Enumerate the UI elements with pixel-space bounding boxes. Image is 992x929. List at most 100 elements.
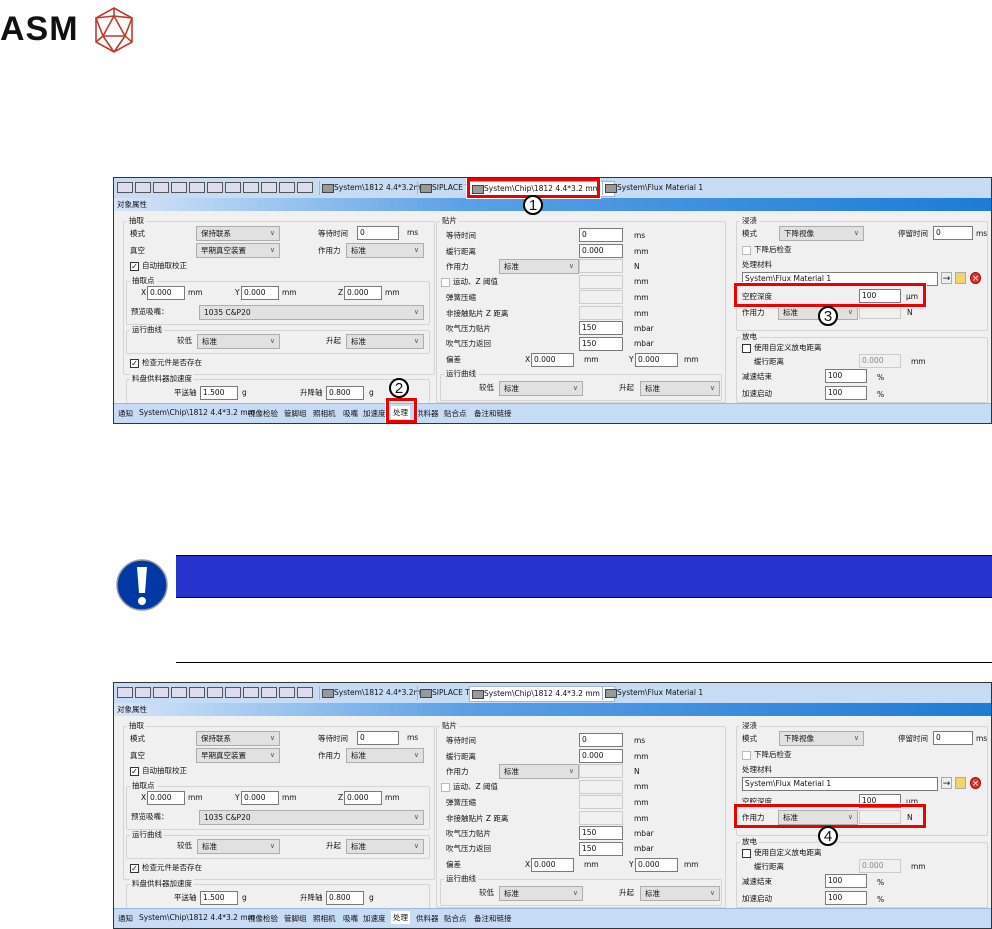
blow-return-input[interactable]: 150 [579, 842, 623, 856]
category-tab[interactable]: 供料器 [416, 913, 439, 924]
arrow-right-icon[interactable]: → [941, 272, 952, 284]
label: mm [385, 793, 400, 802]
check-component-checkbox[interactable]: ✓ [130, 359, 139, 368]
offset-y-input[interactable]: 0.000 [635, 858, 678, 872]
place-wait-input[interactable]: 0 [579, 228, 623, 242]
pick-mode-select[interactable]: 保持联系 [196, 731, 280, 746]
pick-lower-select[interactable]: 标准 [197, 839, 280, 854]
blow-place-input[interactable]: 150 [579, 321, 623, 335]
category-tab[interactable]: 吸嘴 [343, 913, 358, 924]
nozzle-select[interactable]: 1035 C&P20 [199, 810, 424, 825]
custom-discharge-checkbox[interactable] [742, 849, 751, 858]
flat-axis-input[interactable]: 1.500 [200, 891, 238, 905]
blow-return-input[interactable]: 150 [579, 337, 623, 351]
vacuum-select[interactable]: 早期真空装置 [196, 748, 280, 763]
pick-y-input[interactable]: 0.000 [241, 286, 279, 300]
pick-x-input[interactable]: 0.000 [147, 286, 185, 300]
category-tab[interactable]: 备注和链接 [474, 408, 512, 419]
notice-exclamation-icon [116, 559, 168, 611]
place-lower-select[interactable]: 标准 [499, 381, 583, 396]
category-tab[interactable]: 供料器 [416, 408, 439, 419]
label: mm [634, 782, 649, 791]
callout-4-marker: 4 [818, 826, 838, 846]
custom-discharge-checkbox[interactable] [742, 344, 751, 353]
delete-icon[interactable]: × [970, 272, 981, 284]
place-force-select[interactable]: 标准 [499, 764, 579, 779]
dip-force-input [859, 305, 901, 319]
place-raise-select[interactable]: 标准 [640, 381, 720, 396]
place-force-select[interactable]: 标准 [499, 259, 579, 274]
category-tab[interactable]: 照相机 [313, 913, 336, 924]
lift-axis-input[interactable]: 0.800 [326, 386, 364, 400]
category-tab[interactable]: System\Chip\1812 4.4*3.2 mm [139, 408, 255, 417]
category-tab[interactable]: 贴合点 [444, 913, 467, 924]
category-tab[interactable]: 管脚组 [284, 408, 307, 419]
pick-y-input[interactable]: 0.000 [241, 791, 279, 805]
pick-raise-select[interactable]: 标准 [346, 334, 424, 349]
pick-force-select[interactable]: 标准 [346, 243, 424, 258]
pick-x-input[interactable]: 0.000 [147, 791, 185, 805]
material-input[interactable]: System\Flux Material 1 [742, 777, 938, 791]
check-component-checkbox[interactable]: ✓ [130, 864, 139, 873]
category-tab[interactable]: 通知 [118, 913, 133, 924]
place-raise-select[interactable]: 标准 [640, 886, 720, 901]
category-tab[interactable]: 加速度 [363, 408, 386, 419]
folder-open-icon[interactable] [955, 272, 966, 284]
dwell-input[interactable]: 0 [933, 731, 973, 745]
arrow-right-icon[interactable]: → [941, 777, 952, 789]
category-tab[interactable]: 管脚组 [284, 913, 307, 924]
dwell-input[interactable]: 0 [933, 226, 973, 240]
auto-pick-correction-checkbox[interactable]: ✓ [130, 767, 139, 776]
callout-4-highlight [733, 803, 927, 829]
category-tab[interactable]: 视像检验 [248, 408, 278, 419]
nozzle-select[interactable]: 1035 C&P20 [199, 305, 424, 320]
dip-mode-select[interactable]: 下降视像 [779, 731, 864, 746]
category-tab[interactable]: 贴合点 [444, 408, 467, 419]
place-wait-input[interactable]: 0 [579, 733, 623, 747]
pick-force-select[interactable]: 标准 [346, 748, 424, 763]
label: N [907, 308, 913, 317]
auto-pick-correction-checkbox[interactable]: ✓ [130, 262, 139, 271]
offset-x-input[interactable]: 0.000 [531, 858, 574, 872]
pick-lower-select[interactable]: 标准 [197, 334, 280, 349]
category-tab[interactable]: 处理 [391, 911, 410, 924]
category-tab[interactable]: 吸嘴 [343, 408, 358, 419]
pick-mode-select[interactable]: 保持联系 [196, 226, 280, 241]
category-tab[interactable]: 照相机 [313, 408, 336, 419]
offset-x-input[interactable]: 0.000 [531, 353, 574, 367]
place-slow-input[interactable]: 0.000 [579, 244, 623, 258]
folder-open-icon[interactable] [955, 777, 966, 789]
pick-curve-group-title: 运行曲线 [130, 830, 164, 840]
place-group-title: 贴片 [440, 216, 459, 226]
accel-start-input[interactable]: 100 [825, 386, 867, 400]
category-tab[interactable]: 视像检验 [248, 913, 278, 924]
pick-z-input[interactable]: 0.000 [344, 791, 382, 805]
decel-end-input[interactable]: 100 [825, 874, 867, 888]
screenshot-handling-cavity-depth: System\1812 4.4*3.2mm SIPLACE T System\Chi… [113, 177, 992, 424]
place-lower-select[interactable]: 标准 [499, 886, 583, 901]
label: mm [188, 793, 203, 802]
place-slow-input[interactable]: 0.000 [579, 749, 623, 763]
decel-end-input[interactable]: 100 [825, 369, 867, 383]
category-tab[interactable]: 通知 [118, 408, 133, 419]
spring-input [579, 290, 623, 304]
dip-mode-select[interactable]: 下降视像 [779, 226, 864, 241]
vacuum-select[interactable]: 早期真空装置 [196, 243, 280, 258]
category-tab[interactable]: 备注和链接 [474, 913, 512, 924]
label: N [634, 767, 640, 776]
pick-z-input[interactable]: 0.000 [344, 286, 382, 300]
flat-axis-input[interactable]: 1.500 [200, 386, 238, 400]
pick-wait-input[interactable]: 0 [357, 226, 399, 240]
category-tab[interactable]: System\Chip\1812 4.4*3.2 mm [139, 913, 255, 922]
pick-raise-select[interactable]: 标准 [346, 839, 424, 854]
blow-place-input[interactable]: 150 [579, 826, 623, 840]
label: mm [634, 293, 649, 302]
lift-axis-input[interactable]: 0.800 [326, 891, 364, 905]
place-force-select-value: 标准 [504, 767, 519, 776]
category-tab[interactable]: 加速度 [363, 913, 386, 924]
offset-y-input[interactable]: 0.000 [635, 353, 678, 367]
accel-start-input[interactable]: 100 [825, 891, 867, 905]
pick-wait-input[interactable]: 0 [357, 731, 399, 745]
label: 弹簧压缩 [446, 798, 476, 807]
delete-icon[interactable]: × [970, 777, 981, 789]
